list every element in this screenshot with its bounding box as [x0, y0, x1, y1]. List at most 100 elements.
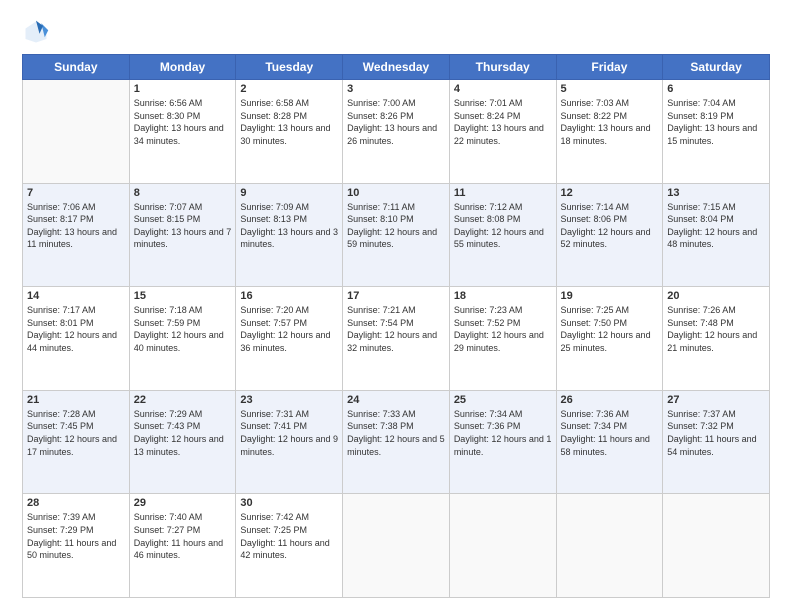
table-row	[343, 494, 450, 598]
day-number: 9	[240, 187, 338, 199]
table-row: 28 Sunrise: 7:39 AMSunset: 7:29 PMDayligh…	[23, 494, 130, 598]
day-number: 27	[667, 394, 765, 406]
day-number: 10	[347, 187, 445, 199]
day-number: 8	[134, 187, 232, 199]
page: Sunday Monday Tuesday Wednesday Thursday…	[0, 0, 792, 612]
table-row: 9 Sunrise: 7:09 AMSunset: 8:13 PMDaylight…	[236, 183, 343, 287]
day-info: Sunrise: 7:03 AMSunset: 8:22 PMDaylight:…	[561, 97, 659, 147]
table-row: 15 Sunrise: 7:18 AMSunset: 7:59 PMDayligh…	[129, 287, 236, 391]
day-number: 20	[667, 290, 765, 302]
day-number: 12	[561, 187, 659, 199]
table-row	[663, 494, 770, 598]
table-row	[449, 494, 556, 598]
table-row	[23, 80, 130, 184]
calendar-header-row: Sunday Monday Tuesday Wednesday Thursday…	[23, 55, 770, 80]
table-row	[556, 494, 663, 598]
day-info: Sunrise: 7:12 AMSunset: 8:08 PMDaylight:…	[454, 201, 552, 251]
table-row: 30 Sunrise: 7:42 AMSunset: 7:25 PMDayligh…	[236, 494, 343, 598]
day-number: 4	[454, 83, 552, 95]
day-number: 6	[667, 83, 765, 95]
col-saturday: Saturday	[663, 55, 770, 80]
day-info: Sunrise: 6:58 AMSunset: 8:28 PMDaylight:…	[240, 97, 338, 147]
table-row: 10Sunrise: 7:11 AMSunset: 8:10 PMDayligh…	[343, 183, 450, 287]
day-info: Sunrise: 7:15 AMSunset: 8:04 PMDaylight:…	[667, 201, 765, 251]
day-info: Sunrise: 7:39 AMSunset: 7:29 PMDaylight:…	[27, 511, 125, 561]
table-row: 21 Sunrise: 7:28 AMSunset: 7:45 PMDayligh…	[23, 390, 130, 494]
day-number: 15	[134, 290, 232, 302]
day-number: 26	[561, 394, 659, 406]
day-info: Sunrise: 7:01 AMSunset: 8:24 PMDaylight:…	[454, 97, 552, 147]
day-info: Sunrise: 7:07 AMSunset: 8:15 PMDaylight:…	[134, 201, 232, 251]
day-info: Sunrise: 7:26 AMSunset: 7:48 PMDaylight:…	[667, 304, 765, 354]
day-number: 23	[240, 394, 338, 406]
table-row: 26 Sunrise: 7:36 AMSunset: 7:34 PMDayligh…	[556, 390, 663, 494]
table-row: 7Sunrise: 7:06 AMSunset: 8:17 PMDaylight…	[23, 183, 130, 287]
table-row: 18 Sunrise: 7:23 AMSunset: 7:52 PMDayligh…	[449, 287, 556, 391]
table-row: 5 Sunrise: 7:03 AMSunset: 8:22 PMDaylight…	[556, 80, 663, 184]
day-number: 22	[134, 394, 232, 406]
table-row: 25Sunrise: 7:34 AMSunset: 7:36 PMDayligh…	[449, 390, 556, 494]
table-row: 17 Sunrise: 7:21 AMSunset: 7:54 PMDayligh…	[343, 287, 450, 391]
col-friday: Friday	[556, 55, 663, 80]
day-info: Sunrise: 7:09 AMSunset: 8:13 PMDaylight:…	[240, 201, 338, 251]
day-number: 17	[347, 290, 445, 302]
col-tuesday: Tuesday	[236, 55, 343, 80]
day-number: 21	[27, 394, 125, 406]
day-info: Sunrise: 7:17 AMSunset: 8:01 PMDaylight:…	[27, 304, 125, 354]
day-number: 28	[27, 497, 125, 509]
day-number: 18	[454, 290, 552, 302]
col-wednesday: Wednesday	[343, 55, 450, 80]
table-row: 16 Sunrise: 7:20 AMSunset: 7:57 PMDayligh…	[236, 287, 343, 391]
day-number: 1	[134, 83, 232, 95]
calendar-week-row: 14 Sunrise: 7:17 AMSunset: 8:01 PMDayligh…	[23, 287, 770, 391]
header	[22, 18, 770, 46]
day-info: Sunrise: 7:29 AMSunset: 7:43 PMDaylight:…	[134, 408, 232, 458]
day-number: 2	[240, 83, 338, 95]
table-row: 14 Sunrise: 7:17 AMSunset: 8:01 PMDayligh…	[23, 287, 130, 391]
day-number: 19	[561, 290, 659, 302]
day-number: 24	[347, 394, 445, 406]
col-monday: Monday	[129, 55, 236, 80]
day-info: Sunrise: 7:42 AMSunset: 7:25 PMDaylight:…	[240, 511, 338, 561]
logo	[22, 18, 54, 46]
day-info: Sunrise: 7:40 AMSunset: 7:27 PMDaylight:…	[134, 511, 232, 561]
table-row: 8 Sunrise: 7:07 AMSunset: 8:15 PMDaylight…	[129, 183, 236, 287]
day-info: Sunrise: 7:37 AMSunset: 7:32 PMDaylight:…	[667, 408, 765, 458]
day-info: Sunrise: 7:04 AMSunset: 8:19 PMDaylight:…	[667, 97, 765, 147]
table-row: 6 Sunrise: 7:04 AMSunset: 8:19 PMDaylight…	[663, 80, 770, 184]
day-info: Sunrise: 7:14 AMSunset: 8:06 PMDaylight:…	[561, 201, 659, 251]
table-row: 23Sunrise: 7:31 AMSunset: 7:41 PMDayligh…	[236, 390, 343, 494]
day-info: Sunrise: 7:28 AMSunset: 7:45 PMDaylight:…	[27, 408, 125, 458]
col-thursday: Thursday	[449, 55, 556, 80]
calendar-week-row: 21 Sunrise: 7:28 AMSunset: 7:45 PMDayligh…	[23, 390, 770, 494]
day-info: Sunrise: 7:33 AMSunset: 7:38 PMDaylight:…	[347, 408, 445, 458]
day-number: 14	[27, 290, 125, 302]
day-info: Sunrise: 7:36 AMSunset: 7:34 PMDaylight:…	[561, 408, 659, 458]
table-row: 13 Sunrise: 7:15 AMSunset: 8:04 PMDayligh…	[663, 183, 770, 287]
calendar-week-row: 7Sunrise: 7:06 AMSunset: 8:17 PMDaylight…	[23, 183, 770, 287]
calendar-week-row: 1Sunrise: 6:56 AMSunset: 8:30 PMDaylight…	[23, 80, 770, 184]
day-info: Sunrise: 7:23 AMSunset: 7:52 PMDaylight:…	[454, 304, 552, 354]
table-row: 27 Sunrise: 7:37 AMSunset: 7:32 PMDayligh…	[663, 390, 770, 494]
table-row: 24 Sunrise: 7:33 AMSunset: 7:38 PMDayligh…	[343, 390, 450, 494]
table-row: 3Sunrise: 7:00 AMSunset: 8:26 PMDaylight…	[343, 80, 450, 184]
table-row: 19 Sunrise: 7:25 AMSunset: 7:50 PMDayligh…	[556, 287, 663, 391]
day-number: 13	[667, 187, 765, 199]
day-info: Sunrise: 7:18 AMSunset: 7:59 PMDaylight:…	[134, 304, 232, 354]
day-number: 5	[561, 83, 659, 95]
calendar-week-row: 28 Sunrise: 7:39 AMSunset: 7:29 PMDayligh…	[23, 494, 770, 598]
day-number: 30	[240, 497, 338, 509]
table-row: 12 Sunrise: 7:14 AMSunset: 8:06 PMDayligh…	[556, 183, 663, 287]
day-info: Sunrise: 7:25 AMSunset: 7:50 PMDaylight:…	[561, 304, 659, 354]
day-info: Sunrise: 7:06 AMSunset: 8:17 PMDaylight:…	[27, 201, 125, 251]
table-row: 20 Sunrise: 7:26 AMSunset: 7:48 PMDayligh…	[663, 287, 770, 391]
day-info: Sunrise: 7:21 AMSunset: 7:54 PMDaylight:…	[347, 304, 445, 354]
table-row: 4 Sunrise: 7:01 AMSunset: 8:24 PMDaylight…	[449, 80, 556, 184]
day-info: Sunrise: 7:34 AMSunset: 7:36 PMDaylight:…	[454, 408, 552, 458]
day-info: Sunrise: 7:20 AMSunset: 7:57 PMDaylight:…	[240, 304, 338, 354]
day-info: Sunrise: 7:00 AMSunset: 8:26 PMDaylight:…	[347, 97, 445, 147]
calendar-table: Sunday Monday Tuesday Wednesday Thursday…	[22, 54, 770, 598]
day-number: 29	[134, 497, 232, 509]
table-row: 2 Sunrise: 6:58 AMSunset: 8:28 PMDaylight…	[236, 80, 343, 184]
day-number: 16	[240, 290, 338, 302]
